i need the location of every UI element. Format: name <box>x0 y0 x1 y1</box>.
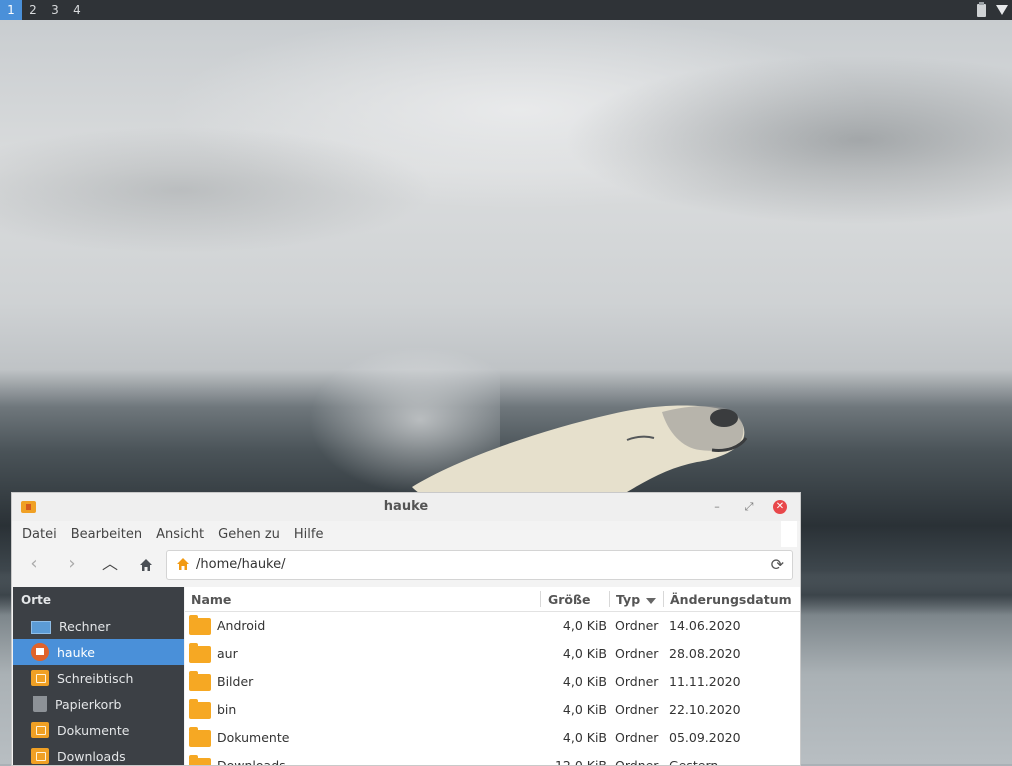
back-button[interactable]: ‹ <box>23 554 45 574</box>
file-list: Name Größe Typ Änderungsdatum Android 4,… <box>185 587 800 765</box>
menu-ansicht[interactable]: Ansicht <box>156 527 204 542</box>
system-tray <box>977 0 1008 20</box>
file-name: Dokumente <box>217 730 290 745</box>
home-location-icon <box>177 558 189 570</box>
workspace-3[interactable]: 3 <box>44 0 66 20</box>
file-type: Ordner <box>615 730 659 745</box>
folder-icon <box>189 615 211 635</box>
file-type: Ordner <box>615 646 659 661</box>
maximize-button[interactable]: ⤢ <box>741 499 757 515</box>
file-type: Ordner <box>615 758 659 766</box>
workspace-2[interactable]: 2 <box>22 0 44 20</box>
menu-gehen-zu[interactable]: Gehen zu <box>218 527 280 542</box>
documents-folder-icon <box>189 727 211 747</box>
menu-bearbeiten[interactable]: Bearbeiten <box>71 527 142 542</box>
menu-hilfe[interactable]: Hilfe <box>294 527 324 542</box>
places-sidebar: Orte Rechner hauke Schreibtisch Papierko… <box>13 587 184 765</box>
column-separator[interactable] <box>609 591 610 607</box>
column-type[interactable]: Typ <box>616 592 657 607</box>
file-type: Ordner <box>615 618 659 633</box>
window-title: hauke <box>383 499 429 514</box>
column-date[interactable]: Änderungsdatum <box>670 592 792 607</box>
sort-descending-icon <box>646 597 657 604</box>
file-row[interactable]: Dokumente 4,0 KiB Ordner 05.09.2020 <box>185 724 800 752</box>
file-size: 12,0 KiB <box>554 758 607 766</box>
file-row[interactable]: bin 4,0 KiB Ordner 22.10.2020 <box>185 696 800 724</box>
top-panel: 1 2 3 4 <box>0 0 1012 20</box>
address-path: /home/hauke/ <box>196 557 286 572</box>
file-date: 11.11.2020 <box>669 674 741 689</box>
address-bar[interactable]: /home/hauke/ ⟳ <box>166 550 793 580</box>
menubar-filler <box>781 521 797 547</box>
sidebar-item-label: hauke <box>57 644 95 660</box>
sidebar-item-label: Schreibtisch <box>57 670 134 686</box>
parent-folder-button[interactable]: ︿ <box>99 554 121 574</box>
file-row[interactable]: aur 4,0 KiB Ordner 28.08.2020 <box>185 640 800 668</box>
sidebar-item-downloads[interactable]: Downloads <box>13 743 184 765</box>
sidebar-item-label: Downloads <box>57 748 126 764</box>
file-size: 4,0 KiB <box>562 618 607 633</box>
forward-button[interactable]: › <box>61 554 83 574</box>
sidebar-item-hauke[interactable]: hauke <box>13 639 184 665</box>
close-button[interactable]: ✕ <box>773 500 787 514</box>
file-name: Downloads <box>217 758 286 766</box>
wifi-icon[interactable] <box>996 5 1008 15</box>
workspace-4[interactable]: 4 <box>66 0 88 20</box>
menu-bar: Datei Bearbeiten Ansicht Gehen zu Hilfe <box>12 521 800 547</box>
folder-icon <box>31 722 49 738</box>
file-type: Ordner <box>615 674 659 689</box>
column-type-label: Typ <box>616 592 641 607</box>
file-date: 05.09.2020 <box>669 730 741 745</box>
folder-icon <box>189 699 211 719</box>
sidebar-item-schreibtisch[interactable]: Schreibtisch <box>13 665 184 691</box>
sidebar-item-label: Rechner <box>59 618 111 634</box>
file-date: Gestern <box>669 758 719 766</box>
file-row[interactable]: Bilder 4,0 KiB Ordner 11.11.2020 <box>185 668 800 696</box>
file-date: 14.06.2020 <box>669 618 741 633</box>
file-size: 4,0 KiB <box>562 730 607 745</box>
folder-icon <box>189 643 211 663</box>
folder-icon <box>31 670 49 686</box>
file-type: Ordner <box>615 702 659 717</box>
minimize-button[interactable]: – <box>709 499 725 515</box>
computer-icon <box>31 620 51 634</box>
file-size: 4,0 KiB <box>562 702 607 717</box>
sidebar-item-rechner[interactable]: Rechner <box>13 613 184 639</box>
file-name: aur <box>217 646 238 661</box>
main-content: Orte Rechner hauke Schreibtisch Papierko… <box>12 587 800 765</box>
sidebar-item-papierkorb[interactable]: Papierkorb <box>13 691 184 717</box>
downloads-folder-icon <box>189 755 211 765</box>
column-name[interactable]: Name <box>191 592 231 607</box>
trash-icon <box>33 696 47 712</box>
file-list-header: Name Größe Typ Änderungsdatum <box>185 587 800 612</box>
home-icon <box>31 643 49 661</box>
file-name: Bilder <box>217 674 254 689</box>
sidebar-item-label: Papierkorb <box>55 696 122 712</box>
navigation-toolbar: ‹ › ︿ /home/hauke/ ⟳ <box>12 547 800 581</box>
file-manager-window: hauke – ⤢ ✕ Datei Bearbeiten Ansicht Geh… <box>11 492 801 766</box>
file-row[interactable]: Android 4,0 KiB Ordner 14.06.2020 <box>185 612 800 640</box>
column-size[interactable]: Größe <box>548 592 590 607</box>
file-size: 4,0 KiB <box>562 674 607 689</box>
file-name: bin <box>217 702 237 717</box>
workspace-1[interactable]: 1 <box>0 0 22 20</box>
column-separator[interactable] <box>663 591 664 607</box>
sidebar-item-label: Dokumente <box>57 722 130 738</box>
pictures-folder-icon <box>189 671 211 691</box>
file-date: 22.10.2020 <box>669 702 741 717</box>
file-size: 4,0 KiB <box>562 646 607 661</box>
sidebar-heading: Orte <box>21 593 51 607</box>
column-separator[interactable] <box>540 591 541 607</box>
menu-datei[interactable]: Datei <box>22 527 57 542</box>
reload-icon[interactable]: ⟳ <box>771 555 784 574</box>
file-name: Android <box>217 618 266 633</box>
window-titlebar[interactable]: hauke – ⤢ ✕ <box>12 493 800 521</box>
folder-icon <box>31 748 49 764</box>
file-date: 28.08.2020 <box>669 646 741 661</box>
home-button[interactable] <box>139 558 153 572</box>
sidebar-item-dokumente[interactable]: Dokumente <box>13 717 184 743</box>
clipboard-icon[interactable] <box>977 1 986 17</box>
